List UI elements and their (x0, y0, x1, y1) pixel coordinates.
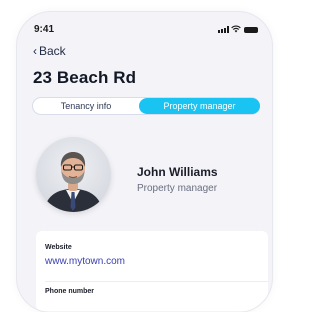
segmented-control: Tenancy info Property manager (32, 97, 260, 115)
wifi-icon (231, 25, 241, 33)
phone-screen: 9:41 ‹ Back 23 Beach Rd Tenancy info Pro… (17, 12, 272, 312)
avatar (36, 137, 111, 212)
tab-property-manager[interactable]: Property manager (139, 98, 260, 114)
page-title: 23 Beach Rd (33, 68, 137, 87)
manager-name: John Williams (137, 165, 218, 179)
phone-number-label: Phone number (45, 288, 95, 295)
status-icons (218, 25, 258, 33)
status-bar: 9:41 (17, 12, 272, 42)
back-label: Back (39, 44, 66, 58)
back-button[interactable]: ‹ Back (33, 44, 66, 58)
website-link[interactable]: www.mytown.com (45, 256, 125, 267)
divider (45, 281, 268, 282)
battery-icon (244, 27, 258, 33)
tab-tenancy-info[interactable]: Tenancy info (33, 98, 139, 114)
chevron-left-icon: ‹ (33, 44, 37, 58)
contact-details-card: Website www.mytown.com Phone number (36, 231, 268, 311)
manager-profile: John Williams Property manager (36, 137, 266, 217)
status-time: 9:41 (34, 24, 55, 35)
manager-role: Property manager (137, 183, 218, 194)
website-label: Website (45, 244, 72, 251)
signal-icon (218, 26, 229, 33)
